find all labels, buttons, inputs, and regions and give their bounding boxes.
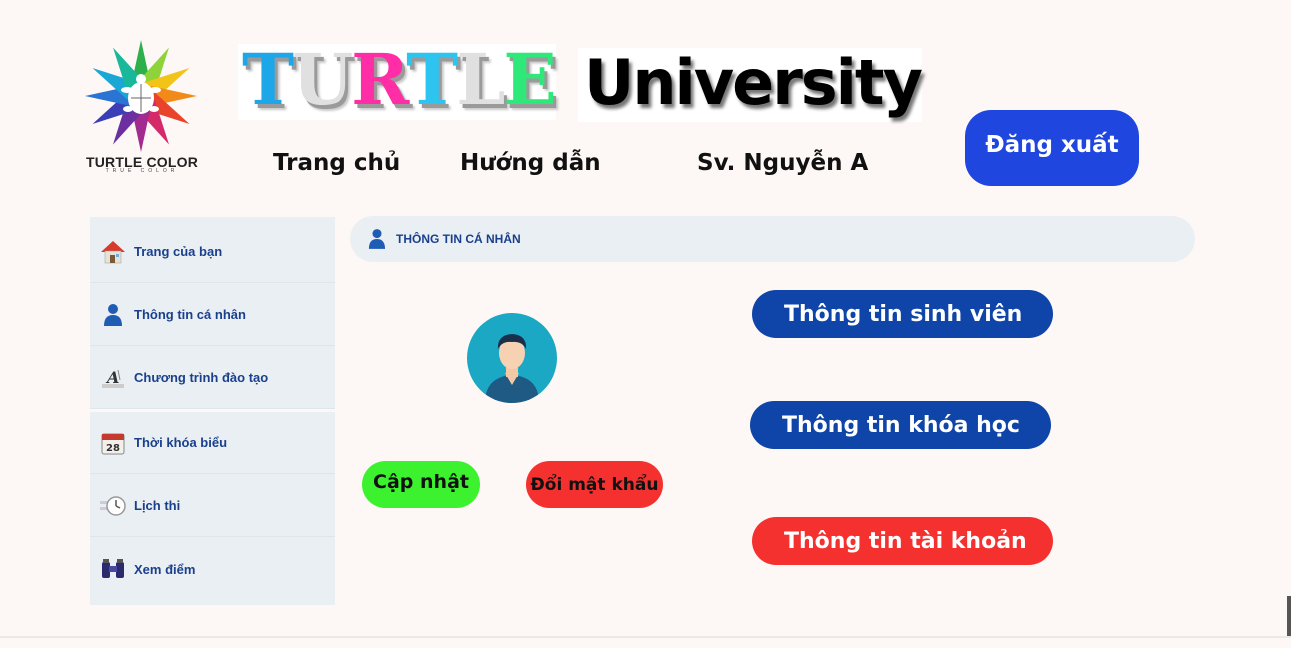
clock-icon (100, 493, 126, 519)
nav-user-name[interactable]: Sv. Nguyễn A (697, 150, 868, 176)
student-info-button[interactable]: Thông tin sinh viên (752, 290, 1053, 338)
section-header: THÔNG TIN CÁ NHÂN (350, 216, 1195, 262)
section-title: THÔNG TIN CÁ NHÂN (396, 232, 521, 246)
binoculars-icon (100, 556, 126, 582)
sidebar-item-timetable[interactable]: 28 Thời khóa biểu (90, 412, 335, 474)
title-turtle-letter: T (242, 38, 294, 121)
sidebar-item-your-page[interactable]: Trang của bạn (90, 221, 335, 283)
sidebar-item-exam-schedule[interactable]: Lịch thi (90, 475, 335, 537)
nav-home-link[interactable]: Trang chủ (273, 150, 400, 176)
title-turtle-letter: T (406, 38, 458, 121)
user-icon (368, 228, 386, 250)
update-button[interactable]: Cập nhật (362, 461, 480, 508)
title-turtle: TURTLE (242, 38, 557, 121)
avatar (467, 313, 557, 403)
scrollbar-thumb[interactable] (1287, 596, 1291, 636)
svg-text:28: 28 (106, 443, 120, 454)
sidebar-item-personal-info[interactable]: Thông tin cá nhân (90, 284, 335, 346)
nav-guide-link[interactable]: Hướng dẫn (460, 150, 601, 176)
change-password-button[interactable]: Đổi mật khẩu (526, 461, 663, 508)
title-turtle-letter: R (351, 38, 408, 121)
account-info-button[interactable]: Thông tin tài khoản (752, 517, 1053, 565)
logout-button[interactable]: Đăng xuất (965, 110, 1139, 186)
user-icon (100, 302, 126, 328)
sidebar-item-label: Lịch thi (134, 498, 181, 513)
sidebar-item-view-grades[interactable]: Xem điểm (90, 538, 335, 600)
course-info-button[interactable]: Thông tin khóa học (750, 401, 1051, 449)
home-icon (100, 239, 126, 265)
sidebar-item-label: Thông tin cá nhân (134, 307, 246, 322)
sidebar: Trang của bạn Thông tin cá nhân A Chương… (90, 217, 335, 605)
sidebar-item-label: Chương trình đào tạo (134, 370, 269, 385)
logo-subtext: TRUE COLOR (105, 168, 179, 174)
footer-divider (0, 636, 1291, 638)
title-turtle-letter: L (456, 38, 505, 121)
title-university: University (584, 46, 923, 119)
font-icon: A (100, 365, 126, 391)
sidebar-item-label: Trang của bạn (134, 244, 223, 259)
svg-text:A: A (105, 368, 119, 387)
calendar-icon: 28 (100, 430, 126, 456)
sidebar-item-training-program[interactable]: A Chương trình đào tạo (90, 347, 335, 409)
title-turtle-letter: E (503, 38, 556, 121)
sidebar-item-label: Thời khóa biểu (134, 435, 228, 450)
sidebar-item-label: Xem điểm (134, 561, 196, 577)
title-turtle-letter: U (292, 38, 353, 121)
